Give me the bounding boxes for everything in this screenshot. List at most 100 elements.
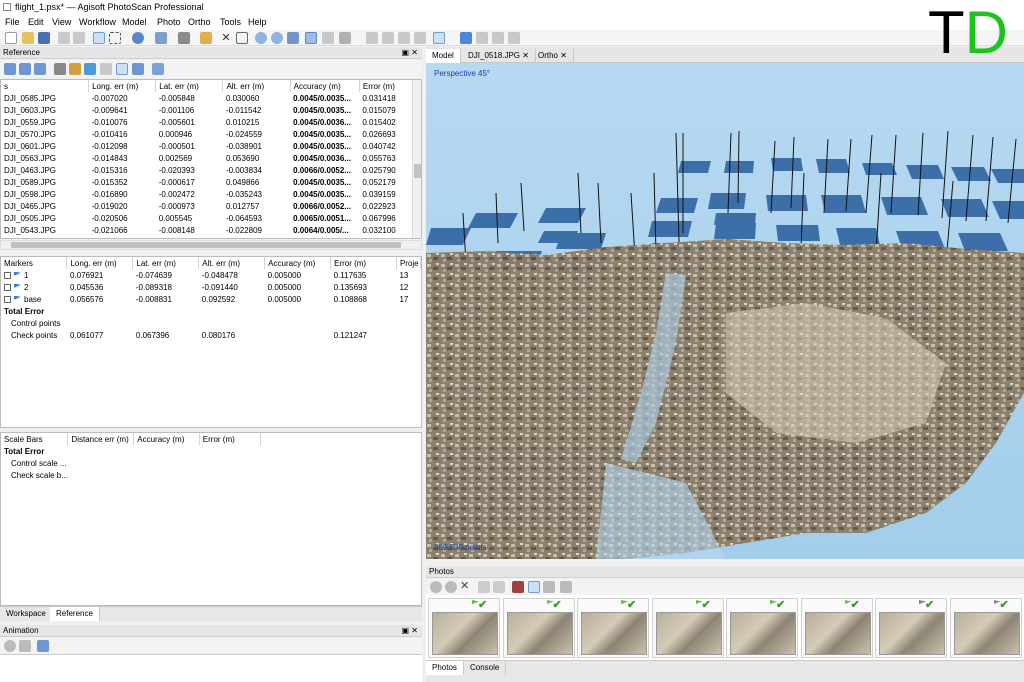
settings-icon[interactable] [69, 63, 81, 75]
save-icon[interactable] [38, 32, 50, 44]
table-row[interactable]: DJI_0570.JPG -0.010416 0.000946 -0.024559 0.… [1, 128, 421, 140]
delete-icon[interactable]: ✕ [460, 580, 472, 592]
marker-icon[interactable] [460, 32, 472, 44]
convert-icon[interactable] [34, 63, 46, 75]
table-row[interactable]: DJI_0563.JPG -0.014843 0.002569 0.053690 0.0… [1, 152, 421, 164]
marker-checkbox[interactable] [4, 271, 11, 279]
view-estimated-icon[interactable] [132, 63, 144, 75]
menu-model[interactable]: Model [122, 17, 147, 27]
col-header-alt-err[interactable]: Alt. err (m) [222, 80, 291, 92]
record-icon[interactable] [19, 640, 31, 652]
menu-workflow[interactable]: Workflow [79, 17, 116, 27]
col-header-distance-err[interactable]: Distance err (m) [67, 433, 135, 445]
undo-icon[interactable] [58, 32, 70, 44]
open-icon[interactable] [22, 32, 34, 44]
menu-file[interactable]: File [5, 17, 20, 27]
col-header-lat-err[interactable]: Lat. err (m) [132, 257, 200, 269]
tab-photos[interactable]: Photos [426, 661, 464, 675]
marker-row[interactable]: base 0.056576 -0.008831 0.092592 0.005000 0.1… [1, 293, 421, 305]
col-header-error[interactable]: Error (m) [199, 433, 262, 445]
col-header-alt-err[interactable]: Alt. err (m) [198, 257, 266, 269]
rotate-left-icon[interactable] [478, 581, 490, 593]
zoom-out-icon[interactable] [271, 32, 283, 44]
view-errors-icon[interactable] [116, 63, 128, 75]
col-header-scale-bars[interactable]: Scale Bars [1, 433, 69, 445]
col-header-long-err[interactable]: Long. err (m) [66, 257, 134, 269]
filter-icon[interactable] [528, 581, 540, 593]
col-header-error[interactable]: Error (m) [330, 257, 397, 269]
model-wireframe-icon[interactable] [398, 32, 410, 44]
view-mode-icon[interactable] [560, 581, 572, 593]
hscrollbar-thumb[interactable] [11, 242, 401, 248]
table-row[interactable]: DJI_0543.JPG -0.021066 -0.008148 -0.022809 0… [1, 224, 421, 236]
table-row[interactable]: DJI_0465.JPG -0.019020 -0.000973 0.012757 0.… [1, 200, 421, 212]
menu-ortho[interactable]: Ortho [188, 17, 211, 27]
tab-reference[interactable]: Reference [50, 607, 100, 621]
add-photo-icon[interactable] [430, 581, 442, 593]
col-header-label[interactable]: s [1, 80, 90, 92]
show-info-icon[interactable] [543, 581, 555, 593]
animation-close-icon[interactable]: ▣ ✕ [402, 626, 418, 635]
table-row[interactable]: DJI_0585.JPG -0.007020 -0.005848 0.030060 0.… [1, 92, 421, 104]
tab-photo-close-icon[interactable]: ✕ [522, 51, 529, 60]
menu-tools[interactable]: Tools [220, 17, 241, 27]
col-header-lat-err[interactable]: Lat. err (m) [155, 80, 224, 92]
model-textured-icon[interactable] [414, 32, 426, 44]
scale-bar-icon[interactable] [476, 32, 488, 44]
ruler-icon[interactable] [200, 32, 212, 44]
point-cloud-icon[interactable] [339, 32, 351, 44]
play-icon[interactable] [4, 640, 16, 652]
crop-icon[interactable] [236, 32, 248, 44]
delete-selection-icon[interactable]: ✕ [220, 32, 232, 44]
capture-view-icon[interactable] [508, 32, 520, 44]
navigation-icon[interactable] [93, 32, 105, 44]
reset-view-icon[interactable] [287, 32, 299, 44]
draw-icon[interactable] [178, 32, 190, 44]
col-header-projections[interactable]: Proje [396, 257, 421, 269]
zoom-in-icon[interactable] [255, 32, 267, 44]
reference-settings-icon[interactable] [152, 63, 164, 75]
table-row[interactable]: DJI_0598.JPG -0.016890 -0.002472 -0.035243 0… [1, 188, 421, 200]
tab-ortho[interactable]: Ortho ✕ [532, 49, 574, 63]
table-row[interactable]: DJI_0589.JPG -0.015352 -0.000617 0.049866 0.… [1, 176, 421, 188]
view-source-icon[interactable] [100, 63, 112, 75]
table-row[interactable]: DJI_0603.JPG -0.009641 -0.001106 -0.011542 0… [1, 104, 421, 116]
shape-icon[interactable] [492, 32, 504, 44]
marker-checkbox[interactable] [4, 295, 11, 303]
col-header-markers[interactable]: Markers [1, 257, 68, 269]
table-row[interactable]: DJI_0505.JPG -0.020506 0.005545 -0.064593 0.… [1, 212, 421, 224]
col-header-long-err[interactable]: Long. err (m) [88, 80, 157, 92]
tab-model[interactable]: Model [426, 49, 461, 63]
animation-settings-icon[interactable] [37, 640, 49, 652]
mask-icon[interactable] [512, 581, 524, 593]
rotate-object-icon[interactable] [132, 32, 144, 44]
menu-help[interactable]: Help [248, 17, 267, 27]
tab-workspace[interactable]: Workspace [0, 607, 53, 621]
col-header-accuracy[interactable]: Accuracy (m) [133, 433, 200, 445]
move-object-icon[interactable] [155, 32, 167, 44]
menu-edit[interactable]: Edit [28, 17, 44, 27]
table-row[interactable]: DJI_0463.JPG -0.015316 -0.020393 -0.003834 0… [1, 164, 421, 176]
panel-close-icon[interactable]: ▣ ✕ [402, 48, 418, 57]
cameras-hscrollbar[interactable] [0, 240, 422, 250]
optimize-icon[interactable] [54, 63, 66, 75]
camera-icon[interactable] [433, 32, 445, 44]
remove-photo-icon[interactable] [445, 581, 457, 593]
scrollbar-thumb[interactable] [414, 164, 421, 178]
model-shaded-icon[interactable] [366, 32, 378, 44]
new-icon[interactable] [5, 32, 17, 44]
menu-photo[interactable]: Photo [157, 17, 181, 27]
marker-checkbox[interactable] [4, 283, 11, 291]
col-header-accuracy[interactable]: Accuracy (m) [290, 80, 360, 92]
show-region-icon[interactable] [322, 32, 334, 44]
rotate-right-icon[interactable] [493, 581, 505, 593]
redo-icon[interactable] [73, 32, 85, 44]
cameras-scrollbar[interactable] [412, 80, 421, 238]
col-header-accuracy[interactable]: Accuracy (m) [264, 257, 332, 269]
tab-photo-view[interactable]: DJI_0518.JPG ✕ [462, 49, 536, 63]
import-icon[interactable] [4, 63, 16, 75]
marker-row[interactable]: 1 0.076921 -0.074639 -0.048478 0.005000 0.117… [1, 269, 421, 281]
update-icon[interactable] [84, 63, 96, 75]
menu-view[interactable]: View [52, 17, 71, 27]
table-row[interactable]: DJI_0601.JPG -0.012098 -0.000501 -0.038901 0… [1, 140, 421, 152]
